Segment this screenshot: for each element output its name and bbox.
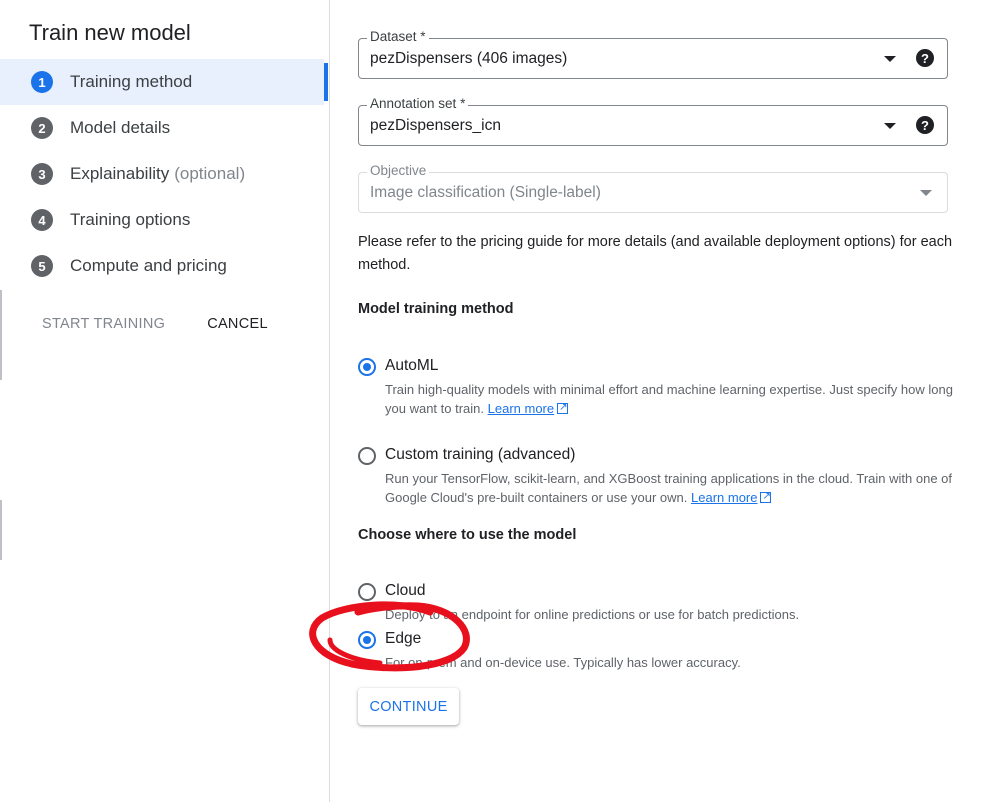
stepper-actions: START TRAINING CANCEL bbox=[42, 316, 268, 332]
stepper-list: 1 Training method 2 Model details 3 Expl… bbox=[0, 59, 330, 289]
custom-training-label: Custom training (advanced) bbox=[385, 446, 576, 463]
window-edge bbox=[0, 500, 2, 560]
window-edge bbox=[0, 290, 2, 380]
panel-title: Train new model bbox=[29, 20, 191, 45]
edge-label: Edge bbox=[385, 630, 422, 647]
annotation-set-select[interactable]: Annotation set * pezDispensers_icn ? bbox=[358, 96, 948, 146]
external-link-icon bbox=[557, 398, 569, 417]
deployment-title: Choose where to use the model bbox=[358, 527, 577, 543]
step-training-method[interactable]: 1 Training method bbox=[0, 59, 328, 105]
dataset-label: Dataset * bbox=[367, 29, 429, 44]
automl-label: AutoML bbox=[385, 357, 439, 374]
objective-value: Image classification (Single-label) bbox=[370, 184, 601, 201]
edge-description: For on-prem and on-device use. Typically… bbox=[385, 655, 741, 670]
annotation-set-label: Annotation set * bbox=[367, 96, 469, 111]
pricing-info-text: Please refer to the pricing guide for mo… bbox=[358, 234, 953, 273]
objective-select: Objective Image classification (Single-l… bbox=[358, 163, 948, 213]
step-label: Training options bbox=[70, 210, 191, 229]
step-label: Training method bbox=[70, 72, 193, 91]
help-icon[interactable]: ? bbox=[916, 49, 934, 67]
step-number-icon: 2 bbox=[31, 117, 53, 139]
step-number-icon: 4 bbox=[31, 209, 53, 231]
stepper-panel: Train new model 1 Training method 2 Mode… bbox=[0, 0, 330, 802]
step-number-icon: 1 bbox=[31, 71, 53, 93]
cloud-label: Cloud bbox=[385, 582, 426, 599]
dropdown-arrow-icon[interactable] bbox=[884, 123, 896, 129]
cloud-radio[interactable] bbox=[358, 583, 376, 601]
automl-learn-more-link[interactable]: Learn more bbox=[488, 401, 554, 416]
training-method-form: Dataset * pezDispensers (406 images) ? A… bbox=[331, 0, 1000, 802]
step-label: Explainability bbox=[70, 164, 170, 183]
step-compute-pricing[interactable]: 5 Compute and pricing bbox=[0, 243, 330, 289]
step-label: Compute and pricing bbox=[70, 256, 227, 275]
training-method-title: Model training method bbox=[358, 301, 514, 317]
external-link-icon bbox=[760, 487, 772, 506]
objective-label: Objective bbox=[367, 163, 430, 178]
step-explainability[interactable]: 3 Explainability (optional) bbox=[0, 151, 330, 197]
custom-desc-text: Run your TensorFlow, scikit-learn, and X… bbox=[385, 471, 953, 505]
dropdown-arrow-icon[interactable] bbox=[884, 56, 896, 62]
step-number-icon: 5 bbox=[31, 255, 53, 277]
dataset-select[interactable]: Dataset * pezDispensers (406 images) ? bbox=[358, 29, 948, 79]
step-model-details[interactable]: 2 Model details bbox=[0, 105, 330, 151]
automl-radio[interactable] bbox=[358, 358, 376, 376]
help-icon[interactable]: ? bbox=[916, 116, 934, 134]
dataset-value: pezDispensers (406 images) bbox=[370, 50, 568, 67]
annotation-set-value: pezDispensers_icn bbox=[370, 117, 501, 134]
cancel-button[interactable]: CANCEL bbox=[207, 316, 268, 332]
automl-description: Train high-quality models with minimal e… bbox=[385, 380, 955, 418]
step-label: Model details bbox=[70, 118, 171, 137]
continue-button[interactable]: CONTINUE bbox=[358, 688, 459, 725]
step-optional-label: (optional) bbox=[174, 164, 246, 183]
custom-training-radio[interactable] bbox=[358, 447, 376, 465]
edge-radio[interactable] bbox=[358, 631, 376, 649]
start-training-button[interactable]: START TRAINING bbox=[42, 316, 165, 332]
dropdown-arrow-icon bbox=[920, 190, 932, 196]
custom-learn-more-link[interactable]: Learn more bbox=[691, 490, 757, 505]
step-training-options[interactable]: 4 Training options bbox=[0, 197, 330, 243]
step-number-icon: 3 bbox=[31, 163, 53, 185]
cloud-description: Deploy to an endpoint for online predict… bbox=[385, 607, 800, 622]
automl-desc-text: Train high-quality models with minimal e… bbox=[385, 382, 953, 416]
custom-training-description: Run your TensorFlow, scikit-learn, and X… bbox=[385, 469, 955, 507]
